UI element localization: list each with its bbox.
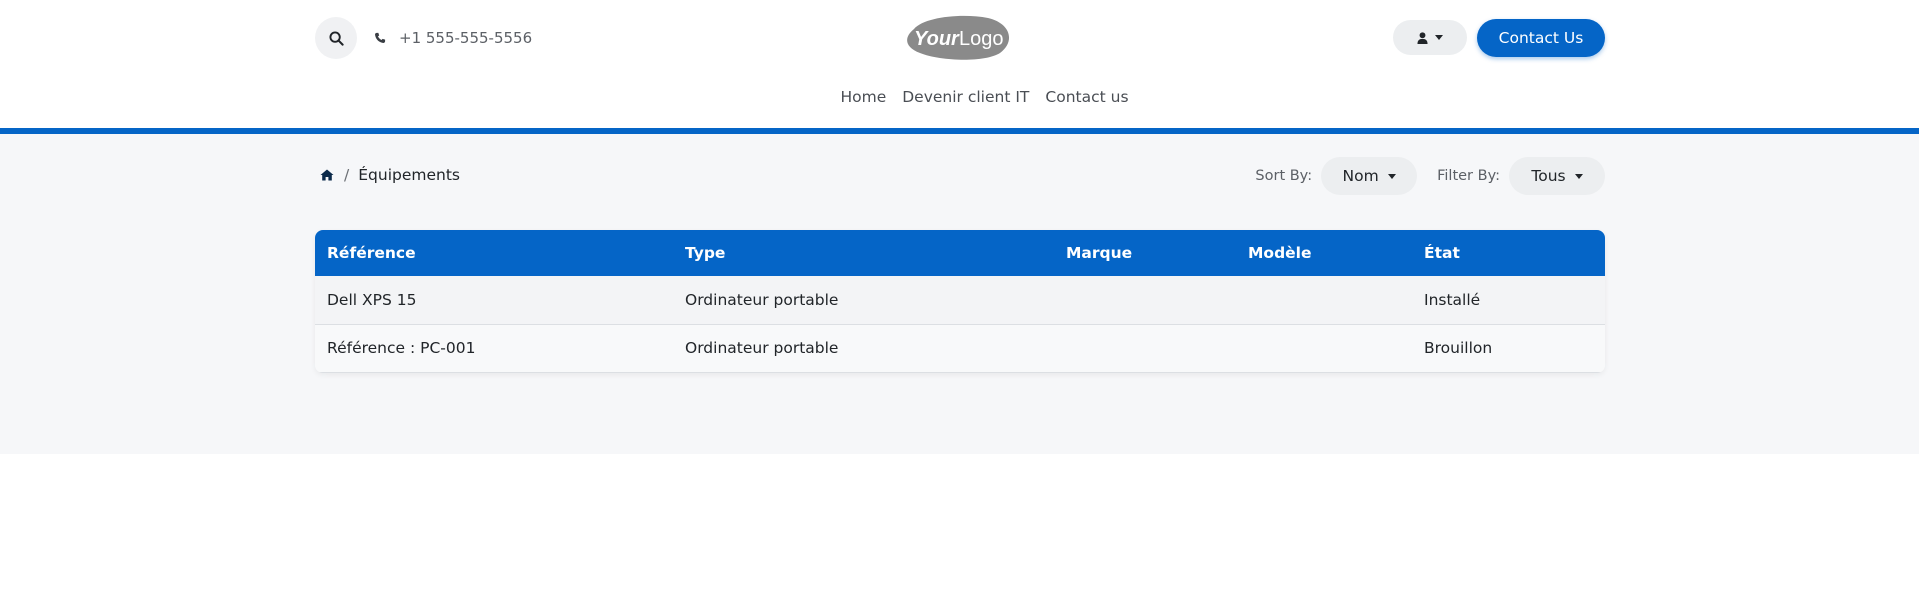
logo-image: Your Logo <box>907 15 1010 60</box>
user-menu-button[interactable] <box>1393 20 1467 55</box>
logo[interactable]: Your Logo <box>906 15 1012 60</box>
column-header-modele[interactable]: Modèle <box>1236 230 1412 276</box>
cell-reference[interactable]: Référence : PC-001 <box>315 324 673 373</box>
sort-value: Nom <box>1342 167 1379 185</box>
user-icon <box>1417 31 1428 44</box>
cell-reference[interactable]: Dell XPS 15 <box>315 276 673 325</box>
breadcrumb: / Équipements <box>320 166 460 184</box>
filter-dropdown[interactable]: Tous <box>1509 157 1605 195</box>
table-header-row: Référence Type Marque Modèle État <box>315 230 1605 276</box>
contact-us-button[interactable]: Contact Us <box>1477 19 1605 57</box>
cell-marque <box>1054 324 1236 373</box>
main-navigation: Home Devenir client IT Contact us <box>0 88 1919 106</box>
search-icon <box>328 30 344 46</box>
equipment-table: Référence Type Marque Modèle État Dell X… <box>315 230 1605 373</box>
caret-down-icon <box>1387 173 1396 179</box>
cell-modele <box>1236 276 1412 325</box>
home-icon[interactable] <box>320 169 334 181</box>
nav-item-home[interactable]: Home <box>840 88 886 106</box>
site-header: +1 555-555-5556 Your Logo Contact Us Hom… <box>0 0 1919 128</box>
cell-type: Ordinateur portable <box>673 324 1054 373</box>
svg-text:Logo: Logo <box>959 28 1004 50</box>
cell-modele <box>1236 324 1412 373</box>
phone-icon <box>375 32 386 43</box>
cell-marque <box>1054 276 1236 325</box>
equipment-section: / Équipements Sort By: Nom Filter By: To… <box>0 134 1919 454</box>
column-header-type[interactable]: Type <box>673 230 1054 276</box>
nav-item-devenir-client-it[interactable]: Devenir client IT <box>902 88 1029 106</box>
filter-value: Tous <box>1531 167 1566 185</box>
svg-text:Your: Your <box>914 28 960 50</box>
cell-etat: Brouillon <box>1412 324 1605 373</box>
sort-dropdown[interactable]: Nom <box>1321 157 1418 195</box>
caret-down-icon <box>1435 35 1443 40</box>
caret-down-icon <box>1574 173 1583 179</box>
column-header-etat[interactable]: État <box>1412 230 1605 276</box>
phone-number[interactable]: +1 555-555-5556 <box>399 29 532 47</box>
nav-item-contact-us[interactable]: Contact us <box>1045 88 1128 106</box>
list-controls: Sort By: Nom Filter By: Tous <box>1255 157 1605 195</box>
sort-label: Sort By: <box>1255 168 1313 184</box>
column-header-marque[interactable]: Marque <box>1054 230 1236 276</box>
phone-contact[interactable]: +1 555-555-5556 <box>374 28 532 48</box>
table-row[interactable]: Dell XPS 15 Ordinateur portable Installé <box>315 276 1605 325</box>
cell-etat: Installé <box>1412 276 1605 325</box>
cell-type: Ordinateur portable <box>673 276 1054 325</box>
column-header-reference[interactable]: Référence <box>315 230 673 276</box>
filter-label: Filter By: <box>1437 168 1500 184</box>
breadcrumb-current: Équipements <box>358 166 460 184</box>
search-button[interactable] <box>315 17 357 59</box>
table-row[interactable]: Référence : PC-001 Ordinateur portable B… <box>315 324 1605 373</box>
breadcrumb-separator: / <box>344 166 350 184</box>
